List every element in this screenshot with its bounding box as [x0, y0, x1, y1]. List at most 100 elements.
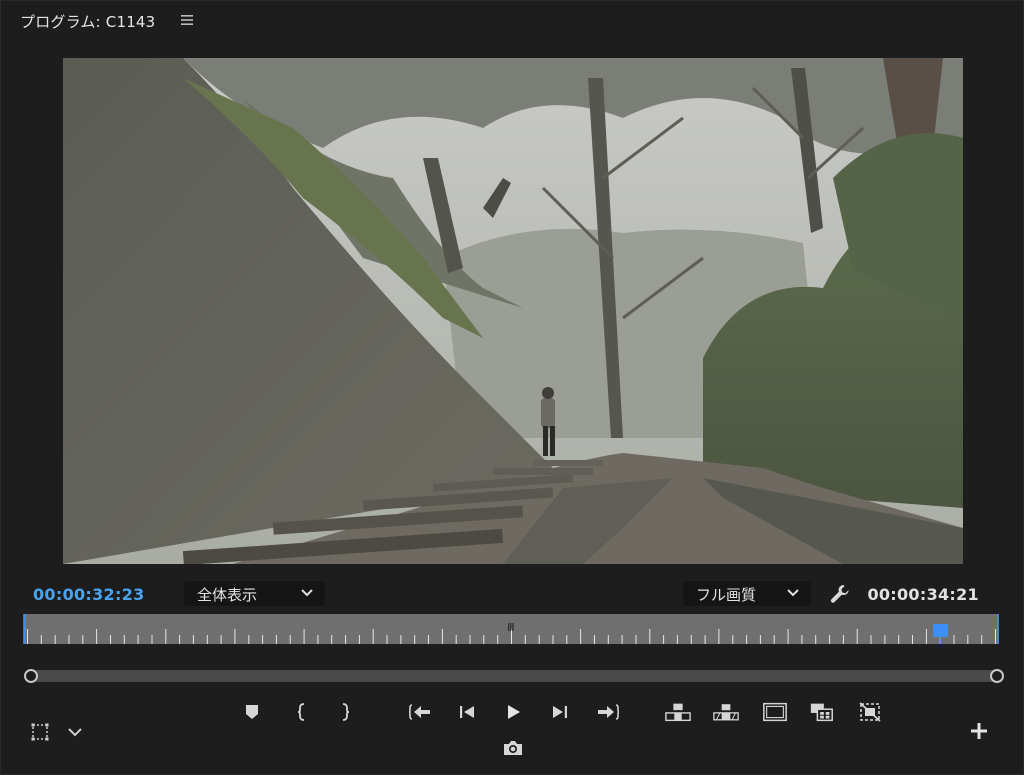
zoom-scrollbar-right-handle[interactable] — [990, 669, 1004, 683]
ruler-tick — [718, 629, 720, 644]
panel-title[interactable]: プログラム: C1143 — [20, 11, 155, 32]
ruler-tick — [801, 635, 803, 644]
ruler-tick — [441, 629, 443, 644]
go-to-in-button[interactable] — [407, 700, 433, 724]
ruler-tick — [137, 635, 139, 644]
ruler-tick — [317, 635, 319, 644]
ruler-tick — [27, 629, 28, 644]
ruler-tick — [40, 635, 42, 644]
ruler-tick — [123, 635, 125, 644]
ruler-tick — [676, 635, 678, 644]
chevron-down-icon — [68, 728, 82, 737]
step-back-button[interactable] — [454, 700, 480, 724]
proxy-toggle-button[interactable] — [857, 700, 883, 724]
mark-out-icon — [342, 703, 350, 721]
ruler-tick — [248, 635, 250, 644]
current-timecode[interactable]: 00:00:32:23 — [33, 585, 145, 604]
ruler-tick — [925, 629, 927, 644]
ruler-tick — [414, 635, 416, 644]
comparison-view-icon — [763, 702, 787, 722]
playhead-line — [940, 636, 941, 644]
ruler-tick — [262, 635, 264, 644]
ruler-tick — [275, 635, 277, 644]
ruler-tick — [746, 635, 748, 644]
video-preview[interactable] — [63, 58, 963, 564]
ruler-tick — [345, 635, 347, 644]
ruler-tick — [566, 635, 568, 644]
ruler-tick — [649, 629, 651, 644]
ruler-tick — [372, 629, 374, 644]
ruler-tick — [607, 635, 609, 644]
ruler-tick — [469, 635, 471, 644]
ruler-tick — [289, 635, 291, 644]
ruler-tick — [165, 629, 167, 644]
ruler-tick — [621, 635, 623, 644]
ruler-tick — [358, 635, 360, 644]
ruler-tick — [870, 635, 872, 644]
ruler-tick — [497, 635, 499, 644]
safe-margins-button[interactable] — [27, 720, 53, 744]
ruler-tick — [110, 635, 111, 644]
proxy-icon — [859, 702, 881, 722]
zoom-level-dropdown[interactable]: 全体表示 — [184, 581, 325, 606]
ruler-tick — [912, 635, 913, 644]
wrench-icon[interactable] — [829, 583, 851, 605]
zoom-scrollbar[interactable] — [31, 670, 997, 682]
ruler-tick — [898, 635, 900, 644]
ruler-tick — [580, 629, 582, 644]
ruler-tick — [552, 635, 554, 644]
mark-out-button[interactable] — [332, 700, 358, 724]
button-editor-button[interactable] — [966, 719, 992, 743]
ruler-tick — [635, 635, 637, 644]
program-monitor-panel: プログラム: C1143 00:00:32:23 全体表示 フル画質 00:00… — [0, 0, 1024, 775]
ruler-tick — [842, 635, 844, 644]
insert-icon — [665, 703, 691, 722]
panel-header: プログラム: C1143 — [1, 1, 1024, 41]
ruler-tick — [594, 635, 595, 644]
duration-timecode: 00:00:34:21 — [867, 585, 979, 604]
go-to-out-icon — [598, 704, 620, 720]
step-forward-button[interactable] — [547, 700, 573, 724]
playback-resolution-value: フル画質 — [696, 586, 757, 604]
ruler-tick — [303, 629, 305, 644]
ruler-tick — [815, 635, 817, 644]
overwrite-button[interactable] — [713, 700, 739, 724]
zoom-level-value: 全体表示 — [197, 586, 258, 604]
ruler-tick — [68, 635, 70, 644]
time-ruler[interactable]: Ⅲ — [23, 614, 999, 644]
ruler-tick — [54, 635, 56, 644]
mark-in-button[interactable] — [289, 700, 315, 724]
hamburger-icon[interactable] — [180, 13, 194, 27]
ruler-edge-marker — [24, 614, 26, 644]
ruler-tick — [759, 635, 761, 644]
ruler-tick — [483, 635, 485, 644]
ruler-tick — [981, 635, 983, 644]
ruler-tick — [856, 629, 858, 644]
ruler-tick — [400, 635, 402, 644]
add-marker-button[interactable] — [239, 700, 265, 724]
ruler-tick — [787, 629, 789, 644]
ruler-tick — [455, 635, 457, 644]
playback-resolution-dropdown[interactable]: フル画質 — [683, 581, 811, 606]
ruler-tick — [704, 635, 706, 644]
chevron-down-icon — [787, 589, 799, 597]
ruler-tick — [732, 635, 734, 644]
ruler-tick — [884, 635, 886, 644]
chevron-down-icon — [301, 589, 313, 597]
zoom-scrollbar-left-handle[interactable] — [24, 669, 38, 683]
settings-dropdown-button[interactable] — [62, 720, 88, 744]
ruler-tick — [428, 635, 429, 644]
go-to-out-button[interactable] — [595, 700, 621, 724]
ruler-tick — [538, 635, 540, 644]
step-back-icon — [460, 706, 474, 718]
ruler-ticks: Ⅲ — [24, 614, 999, 644]
export-frame-camera-button[interactable] — [500, 736, 526, 760]
ruler-tick — [690, 635, 692, 644]
ruler-tick — [663, 635, 665, 644]
insert-button[interactable] — [665, 700, 691, 724]
multi-camera-button[interactable] — [809, 700, 835, 724]
play-button[interactable] — [500, 700, 526, 724]
ruler-tick — [953, 635, 955, 644]
ruler-tick — [82, 635, 84, 644]
export-frame-button[interactable] — [762, 700, 788, 724]
